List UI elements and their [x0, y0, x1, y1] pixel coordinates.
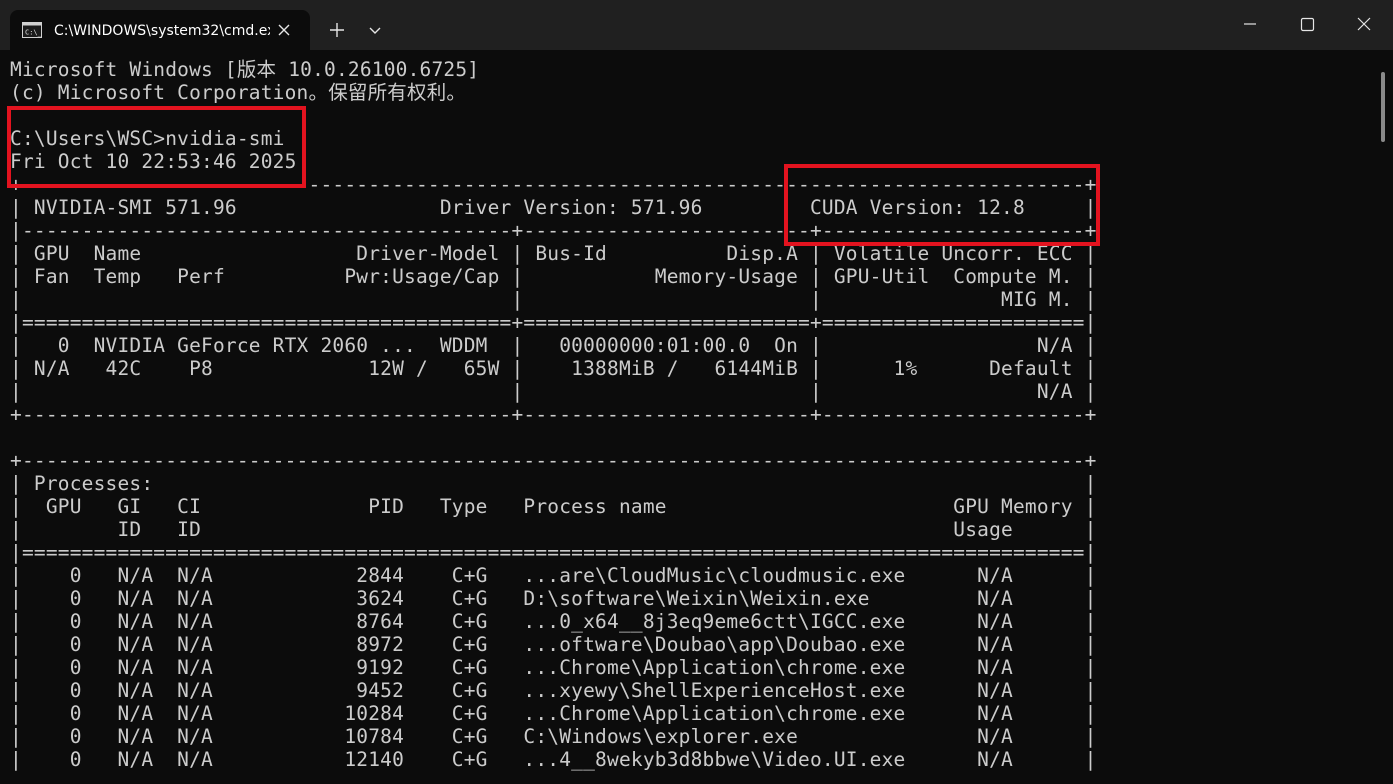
console-line: | 0 N/A N/A 8764 C+G ...0_x64__8j3eq9eme…	[10, 610, 1097, 633]
console-line: | ID ID Usage |	[10, 518, 1097, 541]
console-line: | 0 N/A N/A 10784 C+G C:\Windows\explore…	[10, 725, 1097, 748]
console-line: |=======================================…	[10, 541, 1097, 564]
console-line: | 0 N/A N/A 2844 C+G ...are\CloudMusic\c…	[10, 564, 1097, 587]
console-line: | 0 N/A N/A 12140 C+G ...4__8wekyb3d8bbw…	[10, 748, 1097, 771]
console-line: | N/A 42C P8 12W / 65W | 1388MiB / 6144M…	[10, 357, 1097, 380]
tab-cmd[interactable]: C:\_ C:\WINDOWS\system32\cmd.exe	[10, 10, 310, 50]
console-line: | GPU Name Driver-Model | Bus-Id Disp.A …	[10, 242, 1097, 265]
terminal-window: C:\_ C:\WINDOWS\system32\cmd.exe Microso…	[0, 0, 1393, 784]
console-line: | Processes: |	[10, 472, 1097, 495]
cmd-icon: C:\_	[22, 22, 42, 38]
console-line: | 0 N/A N/A 9192 C+G ...Chrome\Applicati…	[10, 656, 1097, 679]
title-bar: C:\_ C:\WINDOWS\system32\cmd.exe	[0, 0, 1393, 50]
console-line: | NVIDIA-SMI 571.96 Driver Version: 571.…	[10, 196, 1097, 219]
tab-title: C:\WINDOWS\system32\cmd.exe	[54, 23, 270, 39]
highlight-box-cuda-version	[784, 164, 1100, 246]
close-icon	[1357, 17, 1371, 31]
console-line: |=======================================…	[10, 311, 1097, 334]
minimize-icon	[1244, 23, 1256, 25]
console-line: +---------------------------------------…	[10, 403, 1097, 426]
console-line: | | | MIG M. |	[10, 288, 1097, 311]
maximize-icon	[1300, 17, 1315, 32]
console-line: | GPU GI CI PID Type Process name GPU Me…	[10, 495, 1097, 518]
console-line: | 0 N/A N/A 3624 C+G D:\software\Weixin\…	[10, 587, 1097, 610]
tab-dropdown-button[interactable]	[360, 15, 390, 45]
console-line: | 0 N/A N/A 9452 C+G ...xyewy\ShellExper…	[10, 679, 1097, 702]
plus-icon	[330, 23, 344, 37]
console-line: | | | N/A |	[10, 380, 1097, 403]
console-line: Microsoft Windows [版本 10.0.26100.6725]	[10, 58, 480, 81]
maximize-button[interactable]	[1279, 0, 1335, 48]
svg-text:C:\_: C:\_	[25, 29, 42, 37]
console-line: |---------------------------------------…	[10, 219, 1097, 242]
highlight-box-command	[7, 106, 306, 188]
console-line: +---------------------------------------…	[10, 449, 1097, 472]
console-line: | 0 NVIDIA GeForce RTX 2060 ... WDDM | 0…	[10, 334, 1097, 357]
console-line: | 0 N/A N/A 10284 C+G ...Chrome\Applicat…	[10, 702, 1097, 725]
new-tab-button[interactable]	[322, 15, 352, 45]
console-line: | Fan Temp Perf Pwr:Usage/Cap | Memory-U…	[10, 265, 1097, 288]
minimize-button[interactable]	[1222, 0, 1278, 48]
scrollbar[interactable]	[1381, 72, 1385, 142]
chevron-down-icon	[369, 27, 381, 34]
close-tab-icon[interactable]	[274, 20, 294, 40]
console-line: | 0 N/A N/A 8972 C+G ...oftware\Doubao\a…	[10, 633, 1097, 656]
close-window-button[interactable]	[1336, 0, 1392, 48]
console-line: (c) Microsoft Corporation。保留所有权利。	[10, 81, 467, 104]
